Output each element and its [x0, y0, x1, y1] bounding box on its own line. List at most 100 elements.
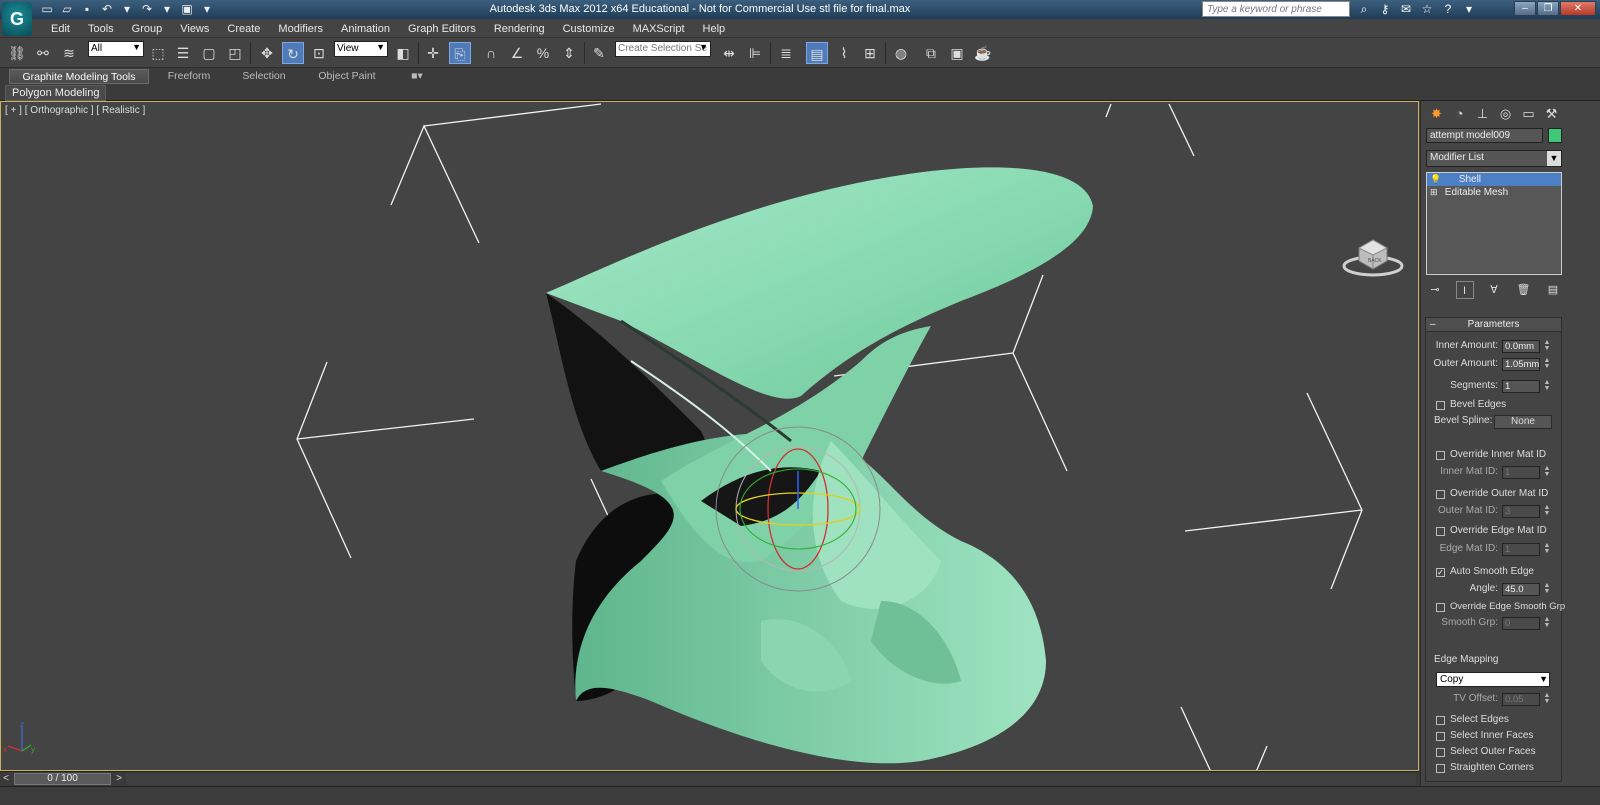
- menu-group[interactable]: Group: [123, 21, 172, 37]
- help-icon[interactable]: ?: [1439, 1, 1457, 17]
- utilities-tab-icon[interactable]: ⚒: [1540, 104, 1563, 124]
- outer-amount-spinner[interactable]: 1.05mm: [1502, 358, 1540, 371]
- rollout-header[interactable]: – Parameters: [1426, 318, 1561, 332]
- schematic-view-icon[interactable]: ⊞: [859, 42, 881, 64]
- motion-tab-icon[interactable]: ◎: [1494, 104, 1517, 124]
- curve-editor-icon[interactable]: ⌇: [833, 42, 855, 64]
- pin-stack-icon[interactable]: ⊸: [1426, 281, 1444, 299]
- override-edge-smooth-checkbox[interactable]: [1436, 603, 1445, 612]
- spinner-arrows-icon[interactable]: ▲ ▼: [1543, 379, 1551, 393]
- bind-to-space-warp-icon[interactable]: ≋: [58, 42, 80, 64]
- spinner-arrows-icon[interactable]: ▲ ▼: [1543, 616, 1551, 630]
- select-by-name-icon[interactable]: ☰: [172, 42, 194, 64]
- select-edges-checkbox[interactable]: [1436, 716, 1445, 725]
- menu-rendering[interactable]: Rendering: [485, 21, 554, 37]
- smooth-grp-spinner[interactable]: 0: [1502, 617, 1540, 630]
- bevel-edges-checkbox[interactable]: [1436, 401, 1445, 410]
- configure-modifier-sets-icon[interactable]: ▤: [1544, 281, 1562, 299]
- percent-snap-icon[interactable]: %: [532, 42, 554, 64]
- layer-manager-icon[interactable]: ≣: [775, 42, 797, 64]
- search-input[interactable]: Type a keyword or phrase: [1202, 1, 1350, 17]
- previous-frame-icon[interactable]: <: [0, 772, 12, 786]
- select-object-icon[interactable]: ⬚: [147, 42, 169, 64]
- angle-snap-icon[interactable]: ∠: [506, 42, 528, 64]
- help-dropdown-icon[interactable]: ▾: [1460, 1, 1478, 17]
- window-crossing-icon[interactable]: ◰: [224, 42, 246, 64]
- mirror-icon[interactable]: ⇹: [718, 42, 740, 64]
- menu-create[interactable]: Create: [218, 21, 269, 37]
- close-button[interactable]: ✕: [1560, 1, 1596, 16]
- menu-maxscript[interactable]: MAXScript: [624, 21, 694, 37]
- unlink-icon[interactable]: ⚯: [32, 42, 54, 64]
- time-track[interactable]: [126, 774, 1416, 785]
- named-selection-sets-dropdown[interactable]: Create Selection Se ▼: [615, 41, 711, 57]
- minimize-button[interactable]: –: [1514, 1, 1536, 16]
- reference-coordinate-dropdown[interactable]: View ▼: [334, 41, 388, 57]
- select-and-move-icon[interactable]: ✥: [256, 42, 278, 64]
- stack-item-shell[interactable]: 💡 Shell: [1427, 173, 1561, 186]
- modifier-list-dropdown[interactable]: Modifier List ▼: [1426, 150, 1562, 167]
- select-and-rotate-icon[interactable]: ↻: [282, 42, 304, 64]
- render-production-icon[interactable]: ☕: [972, 42, 994, 64]
- select-and-scale-icon[interactable]: ⊡: [308, 42, 330, 64]
- track-bar[interactable]: [0, 786, 1600, 805]
- pivot-center-icon[interactable]: ◧: [392, 42, 414, 64]
- hierarchy-tab-icon[interactable]: ⊥: [1471, 104, 1494, 124]
- object-name-field[interactable]: attempt model009: [1426, 128, 1543, 143]
- spinner-arrows-icon[interactable]: ▲ ▼: [1543, 542, 1551, 556]
- select-inner-faces-checkbox[interactable]: [1436, 732, 1445, 741]
- perspective-viewport[interactable]: [ + ] [ Orthographic ] [ Realistic ] z x…: [0, 101, 1419, 771]
- lightbulb-icon[interactable]: 💡: [1430, 173, 1442, 186]
- modify-tab-icon[interactable]: ◔: [1448, 104, 1471, 124]
- selection-filter-dropdown[interactable]: All ▼: [88, 41, 144, 57]
- key-icon[interactable]: ⚷: [1376, 1, 1394, 17]
- auto-smooth-edge-checkbox[interactable]: ✓: [1436, 568, 1445, 577]
- maximize-button[interactable]: ❐: [1537, 1, 1559, 16]
- object-color-swatch[interactable]: [1548, 128, 1562, 143]
- override-inner-mat-checkbox[interactable]: [1436, 451, 1445, 460]
- menu-graph-editors[interactable]: Graph Editors: [399, 21, 485, 37]
- binoculars-icon[interactable]: ⌕: [1355, 1, 1373, 17]
- override-outer-mat-checkbox[interactable]: [1436, 490, 1445, 499]
- menu-tools[interactable]: Tools: [79, 21, 123, 37]
- viewcube-icon[interactable]: BACK: [1342, 232, 1404, 278]
- tab-object-paint[interactable]: Object Paint: [304, 69, 390, 84]
- rectangular-selection-icon[interactable]: ▢: [198, 42, 220, 64]
- outer-mat-spinner[interactable]: 3: [1502, 505, 1540, 518]
- spinner-arrows-icon[interactable]: ▲ ▼: [1543, 339, 1551, 353]
- tv-offset-spinner[interactable]: 0.05: [1502, 693, 1540, 706]
- expand-plus-icon[interactable]: ⊞: [1430, 186, 1442, 199]
- segments-spinner[interactable]: 1: [1502, 380, 1540, 393]
- menu-edit[interactable]: Edit: [42, 21, 79, 37]
- app-menu-button[interactable]: G: [2, 2, 32, 36]
- render-setup-icon[interactable]: ⧉: [920, 42, 942, 64]
- menu-views[interactable]: Views: [171, 21, 218, 37]
- inner-mat-spinner[interactable]: 1: [1502, 466, 1540, 479]
- menu-animation[interactable]: Animation: [332, 21, 399, 37]
- rendered-frame-window-icon[interactable]: ▣: [946, 42, 968, 64]
- edge-mapping-dropdown[interactable]: Copy ▼: [1436, 672, 1550, 687]
- make-unique-icon[interactable]: ∀: [1485, 281, 1503, 299]
- keyboard-shortcut-override-icon[interactable]: ⎘: [449, 42, 471, 64]
- remove-modifier-icon[interactable]: 🗑: [1515, 281, 1533, 299]
- polygon-modeling-panel[interactable]: Polygon Modeling: [5, 85, 107, 101]
- angle-spinner[interactable]: 45.0: [1502, 583, 1540, 596]
- snaps-toggle-icon[interactable]: ∩: [480, 42, 502, 64]
- viewport-label[interactable]: [ + ] [ Orthographic ] [ Realistic ]: [5, 105, 145, 116]
- graphite-modeling-tools-icon[interactable]: ▤: [806, 42, 828, 64]
- edit-named-selection-icon[interactable]: ✎: [588, 42, 610, 64]
- menu-help[interactable]: Help: [694, 21, 735, 37]
- select-and-manipulate-icon[interactable]: ✛: [422, 42, 444, 64]
- spinner-snap-icon[interactable]: ⇕: [558, 42, 580, 64]
- show-end-result-icon[interactable]: I: [1455, 281, 1474, 299]
- select-outer-faces-checkbox[interactable]: [1436, 748, 1445, 757]
- tab-graphite-modeling-tools[interactable]: Graphite Modeling Tools: [9, 69, 149, 84]
- stack-item-editable-mesh[interactable]: ⊞ Editable Mesh: [1427, 186, 1561, 199]
- select-and-link-icon[interactable]: ⛓: [6, 42, 28, 64]
- tab-freeform[interactable]: Freeform: [150, 69, 228, 84]
- next-frame-icon[interactable]: >: [113, 772, 125, 786]
- spinner-arrows-icon[interactable]: ▲ ▼: [1543, 692, 1551, 706]
- align-icon[interactable]: ⊫: [744, 42, 766, 64]
- inner-amount-spinner[interactable]: 0.0mm: [1502, 340, 1540, 353]
- spinner-arrows-icon[interactable]: ▲ ▼: [1543, 465, 1551, 479]
